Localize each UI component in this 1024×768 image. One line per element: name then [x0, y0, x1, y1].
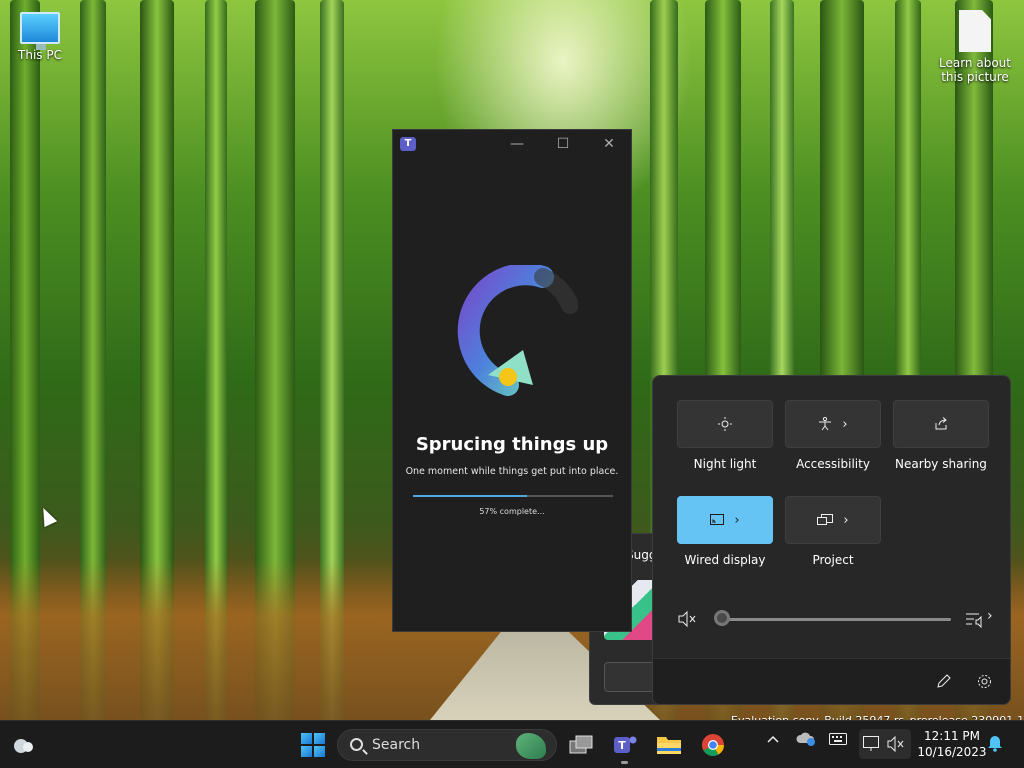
svg-text:T: T: [618, 739, 626, 752]
desktop-icon-this-pc[interactable]: This PC: [0, 12, 80, 62]
quick-settings-footer: [653, 658, 1010, 704]
edit-pencil-icon[interactable]: [936, 674, 951, 689]
project-icon: [817, 514, 834, 525]
maximize-button[interactable]: ☐: [541, 130, 585, 158]
windows-logo-icon: [301, 733, 325, 757]
night-light-toggle[interactable]: [677, 400, 773, 448]
chevron-right-icon[interactable]: ›: [987, 608, 993, 624]
file-explorer-button[interactable]: [653, 729, 685, 761]
volume-slider-track[interactable]: [721, 618, 951, 621]
accessibility-icon: [819, 417, 832, 431]
minimize-button[interactable]: —: [495, 130, 539, 158]
touch-keyboard-button[interactable]: [829, 732, 847, 750]
desktop-icon-label: This PC: [18, 48, 62, 62]
close-button[interactable]: ✕: [587, 130, 631, 158]
wired-display-toggle[interactable]: ›: [677, 496, 773, 544]
accessibility-label: Accessibility: [796, 457, 870, 471]
onedrive-cloud-icon: [796, 732, 815, 746]
quick-settings-button[interactable]: [859, 729, 911, 759]
nearby-sharing-label: Nearby sharing: [895, 457, 987, 471]
quick-settings-panel[interactable]: Night light › Accessibility Nearby shari…: [652, 375, 1011, 705]
teams-icon: T: [614, 736, 637, 753]
show-hidden-icons-button[interactable]: [766, 732, 780, 750]
chevron-right-icon: ›: [842, 416, 848, 432]
accessibility-toggle[interactable]: ›: [785, 400, 881, 448]
search-highlight-image: [516, 733, 546, 759]
display-icon: [863, 736, 879, 751]
taskbar-clock[interactable]: 12:11 PM 10/16/2023: [916, 728, 988, 760]
title-bar[interactable]: T — ☐ ✕: [393, 130, 631, 158]
chevron-right-icon: ›: [843, 512, 849, 528]
brightness-icon: [718, 417, 732, 431]
active-app-indicator: [621, 761, 628, 764]
volume-muted-icon[interactable]: [677, 610, 697, 628]
weather-widget-button[interactable]: [8, 729, 40, 761]
task-view-button[interactable]: [565, 729, 597, 761]
onedrive-tray-button[interactable]: [796, 731, 816, 751]
chrome-button[interactable]: [697, 729, 729, 761]
volume-muted-tray-icon: [887, 736, 904, 752]
wired-display-label: Wired display: [684, 553, 766, 567]
nearby-sharing-toggle[interactable]: [893, 400, 989, 448]
folder-icon: [657, 737, 681, 754]
night-light-label: Night light: [693, 457, 757, 471]
chevron-right-icon: ›: [734, 512, 740, 528]
progress-bar: [413, 495, 613, 497]
task-view-icon: [569, 735, 593, 754]
start-button[interactable]: [297, 729, 329, 761]
search-icon: [350, 738, 363, 751]
settings-gear-icon[interactable]: [977, 674, 992, 689]
teams-logo-icon: T: [400, 137, 416, 151]
teams-window[interactable]: T — ☐ ✕ Sprucing things up One moment wh…: [392, 129, 632, 632]
desktop-icon-label: Learn about this picture: [939, 56, 1011, 84]
project-toggle[interactable]: ›: [785, 496, 881, 544]
clock-time: 12:11 PM: [924, 729, 980, 743]
project-label: Project: [812, 553, 854, 567]
watermark-line-1: w: [731, 701, 1024, 714]
loading-title: Sprucing things up: [415, 434, 609, 455]
loading-subtitle: One moment while things get put into pla…: [405, 466, 619, 477]
volume-row: ›: [677, 608, 997, 630]
audio-output-icon[interactable]: [965, 610, 985, 628]
taskbar: Search T 12:11 PM 10/16/2023: [0, 720, 1024, 768]
share-icon: [935, 417, 947, 430]
progress-text: 57% complete...: [479, 507, 545, 516]
computer-icon: [20, 12, 60, 50]
keyboard-icon: [829, 733, 847, 745]
weather-cloud-icon: [14, 739, 33, 753]
teams-taskbar-button[interactable]: T: [609, 729, 641, 761]
notification-bell-icon: [988, 736, 1002, 752]
notifications-button[interactable]: [987, 734, 1003, 756]
chevron-up-icon: [767, 735, 779, 743]
document-icon: [959, 10, 991, 52]
cast-icon: [710, 514, 725, 525]
search-placeholder: Search: [372, 737, 421, 753]
taskbar-search-box[interactable]: Search: [337, 729, 557, 761]
desktop-icon-learn-about-picture[interactable]: Learn about this picture: [935, 10, 1015, 84]
progress-fill: [413, 495, 527, 497]
clock-date: 10/16/2023: [917, 745, 987, 759]
chrome-icon: [702, 734, 724, 756]
volume-slider-thumb[interactable]: [714, 610, 730, 626]
loading-spinner-icon: [457, 265, 578, 396]
